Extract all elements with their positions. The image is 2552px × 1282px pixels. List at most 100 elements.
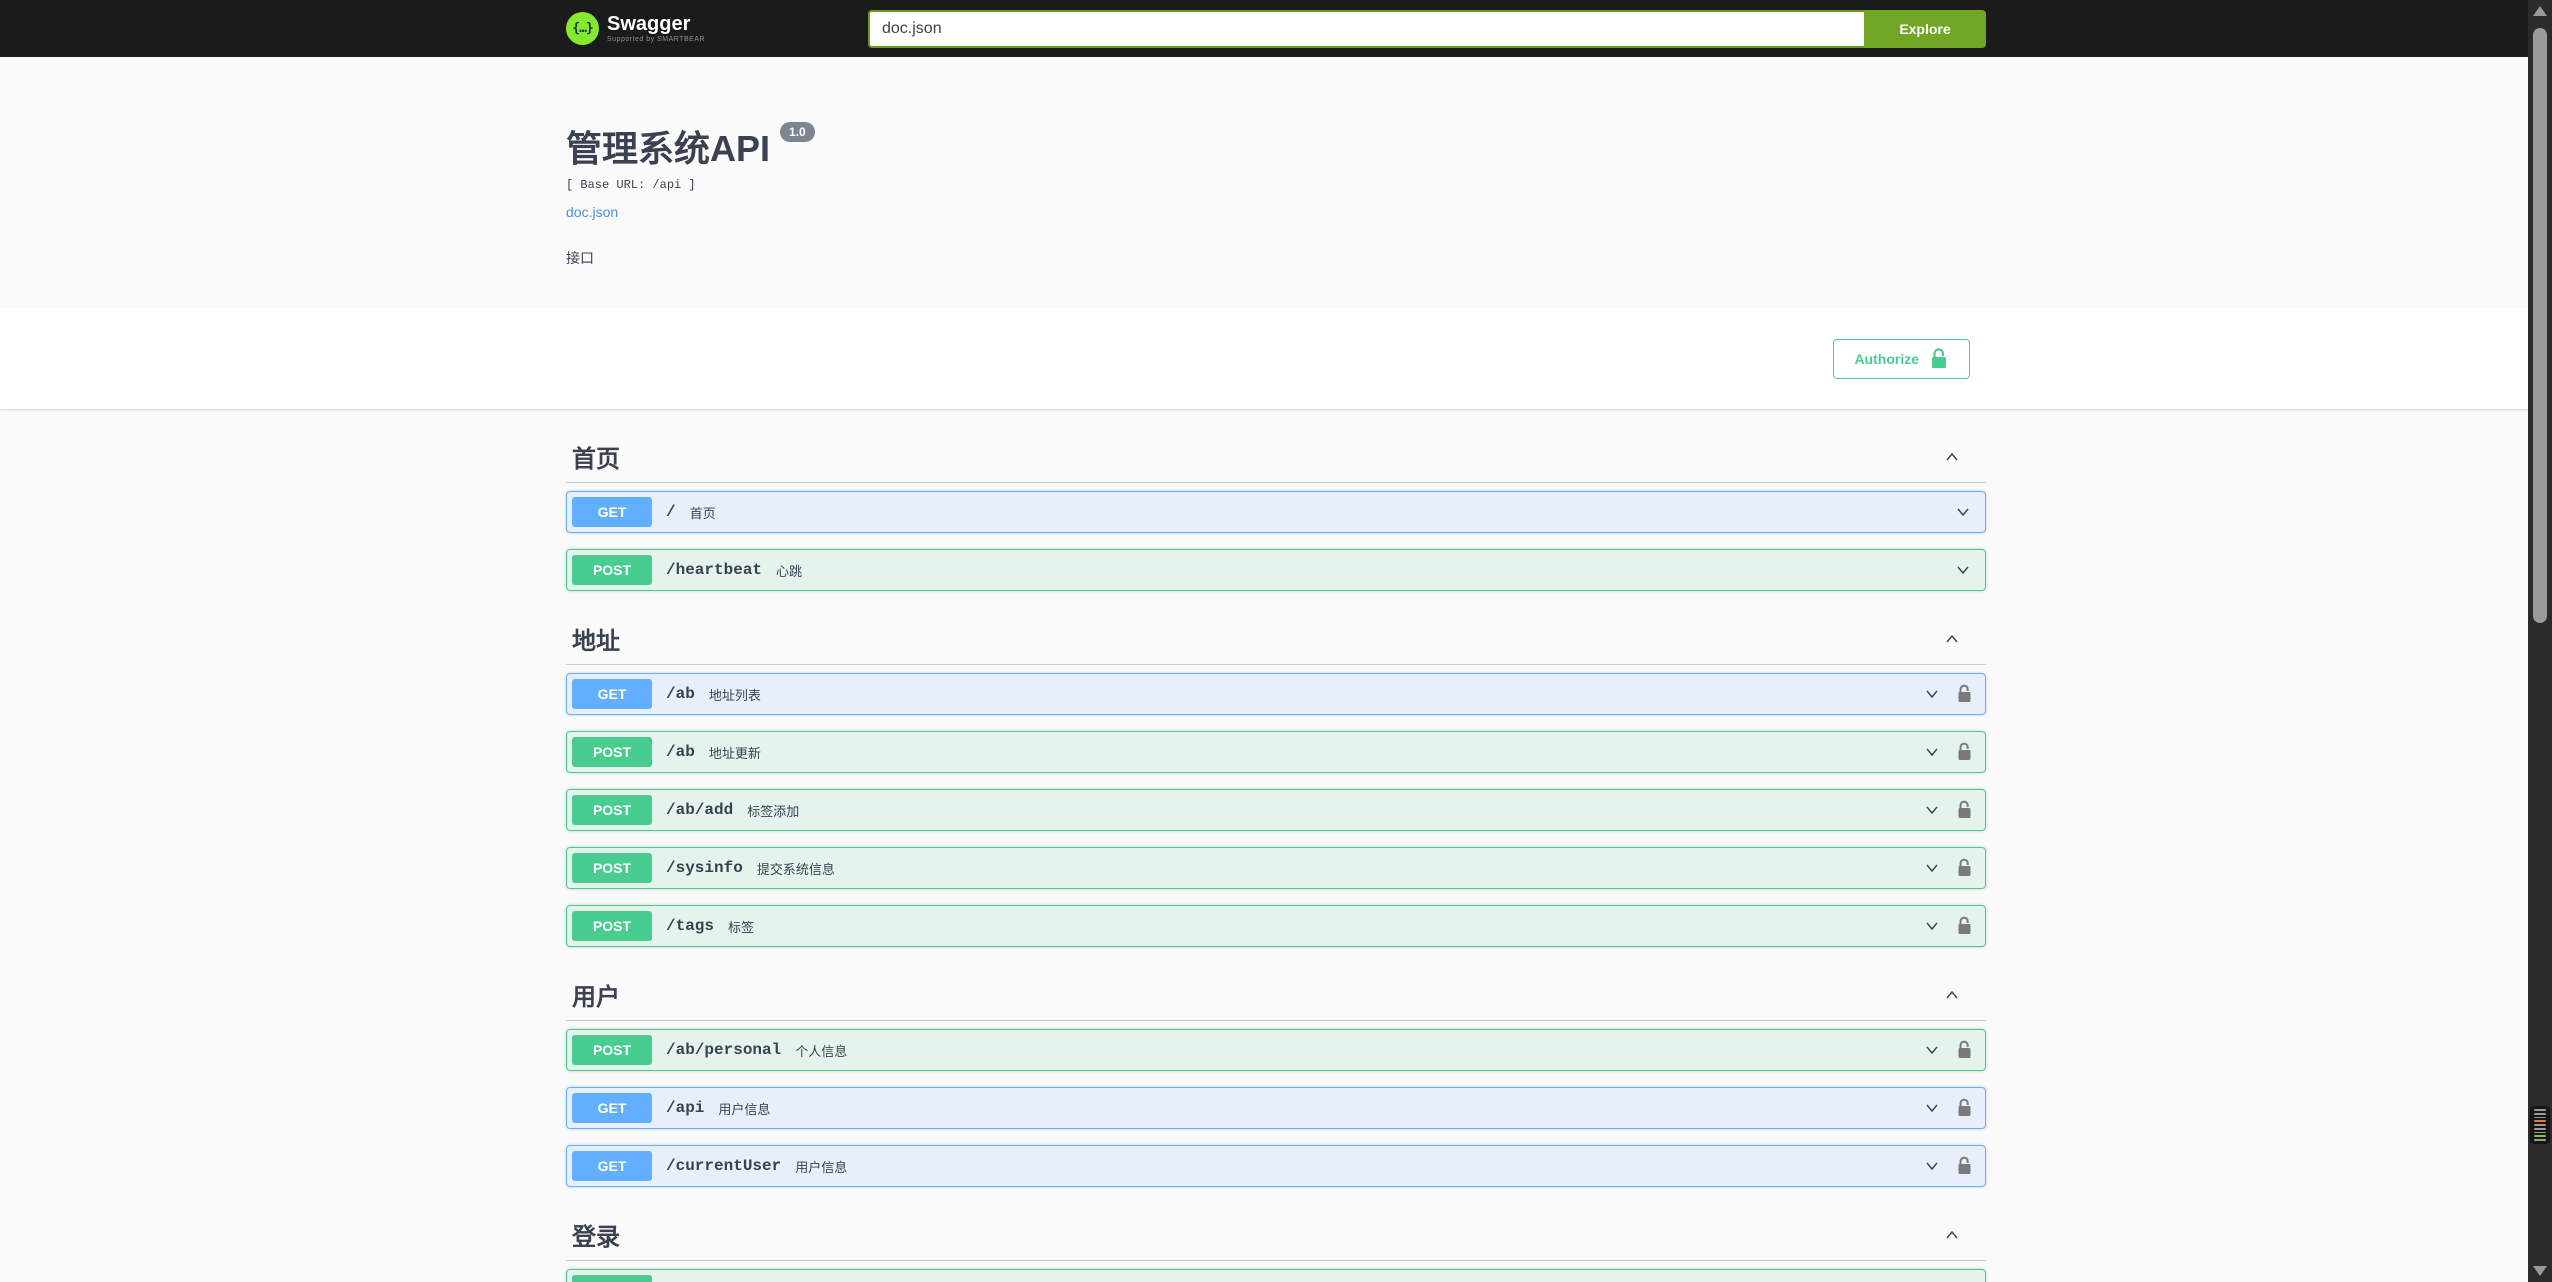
explore-button[interactable]: Explore bbox=[1864, 9, 1986, 48]
chevron-down-icon bbox=[1922, 800, 1942, 820]
lock-icon bbox=[1956, 1098, 1973, 1118]
section-rows: GET / 首页 POST/heartbeat 心跳 bbox=[566, 483, 1986, 591]
operation-summary: 心跳 bbox=[776, 563, 803, 579]
auth-lock-button[interactable] bbox=[1956, 684, 1973, 704]
auth-lock-button[interactable] bbox=[1956, 1098, 1973, 1118]
expand-operation-button[interactable] bbox=[1953, 560, 1973, 580]
auth-lock-button[interactable] bbox=[1956, 916, 1973, 936]
chevron-down-icon bbox=[1922, 1156, 1942, 1176]
operation-path: /ab/personal bbox=[666, 1041, 782, 1059]
minimap-dash bbox=[2534, 1120, 2546, 1123]
section-collapse-button[interactable] bbox=[1942, 629, 1962, 649]
auth-lock-button[interactable] bbox=[1956, 800, 1973, 820]
expand-operation-button[interactable] bbox=[1922, 1098, 1942, 1118]
scrollbar-minimap[interactable] bbox=[2530, 1106, 2550, 1144]
operation-row[interactable]: POST/ab/personal 个人信息 bbox=[566, 1029, 1986, 1071]
minimap-dash bbox=[2534, 1108, 2546, 1111]
topbar: {…} Swagger Supported by SMARTBEAR Explo… bbox=[0, 0, 2552, 57]
section-header-2[interactable]: 地址 bbox=[566, 613, 1986, 665]
expand-operation-button[interactable] bbox=[1922, 742, 1942, 762]
expand-operation-button[interactable] bbox=[1922, 800, 1942, 820]
method-badge: POST bbox=[572, 737, 652, 767]
section-rows: POST/ab/personal 个人信息 GET/api 用户信息 GET/cur… bbox=[566, 1021, 1986, 1187]
section-header-4[interactable]: 登录 bbox=[566, 1209, 1986, 1261]
method-badge: POST bbox=[572, 555, 652, 585]
operation-row[interactable]: GET / 首页 bbox=[566, 491, 1986, 533]
unlock-icon bbox=[1929, 348, 1949, 370]
operation-path: /api bbox=[666, 1099, 705, 1117]
minimap-dash bbox=[2534, 1131, 2546, 1134]
operation-path: / bbox=[666, 503, 676, 521]
lock-icon bbox=[1956, 858, 1973, 878]
operation-summary: 标签添加 bbox=[747, 803, 800, 819]
expand-operation-button[interactable] bbox=[1922, 858, 1942, 878]
method-badge: POST bbox=[572, 911, 652, 941]
section-collapse-button[interactable] bbox=[1942, 1225, 1962, 1245]
operation-summary: 首页 bbox=[689, 505, 716, 521]
operation-summary: 地址更新 bbox=[708, 745, 761, 761]
scroll-up-arrow-icon[interactable] bbox=[2533, 6, 2547, 16]
expand-operation-button[interactable] bbox=[1953, 502, 1973, 522]
expand-operation-button[interactable] bbox=[1922, 916, 1942, 936]
section-rows: POST/login登录POST/login/captcha获取验证码 bbox=[566, 1261, 1986, 1282]
lock-icon bbox=[1956, 684, 1973, 704]
operation-row[interactable]: GET/ab 地址列表 bbox=[566, 673, 1986, 715]
operation-summary: 个人信息 bbox=[795, 1043, 848, 1059]
swagger-logo[interactable]: {…} Swagger Supported by SMARTBEAR bbox=[566, 12, 705, 45]
operation-row[interactable]: GET/api 用户信息 bbox=[566, 1087, 1986, 1129]
scrollbar-track[interactable] bbox=[2528, 0, 2552, 1282]
spec-json-link[interactable]: doc.json bbox=[566, 204, 618, 220]
minimap-dash bbox=[2534, 1112, 2546, 1115]
brand-tagline: Supported by SMARTBEAR bbox=[607, 36, 706, 43]
chevron-down-icon bbox=[1953, 560, 1973, 580]
api-description: 接口 bbox=[566, 250, 594, 266]
minimap-dash bbox=[2534, 1139, 2546, 1142]
section-header-1[interactable]: 首页 bbox=[566, 431, 1986, 483]
lock-icon bbox=[1956, 1156, 1973, 1176]
auth-lock-button[interactable] bbox=[1956, 1156, 1973, 1176]
section-title: 首页 bbox=[572, 446, 620, 473]
scroll-down-arrow-icon[interactable] bbox=[2533, 1266, 2547, 1276]
method-badge: POST bbox=[572, 795, 652, 825]
expand-operation-button[interactable] bbox=[1922, 1040, 1942, 1060]
section-collapse-button[interactable] bbox=[1942, 985, 1962, 1005]
chevron-down-icon bbox=[1922, 742, 1942, 762]
operation-row[interactable]: POST/tags 标签 bbox=[566, 905, 1986, 947]
operation-row[interactable]: POST/ab 地址更新 bbox=[566, 731, 1986, 773]
chevron-down-icon bbox=[1922, 916, 1942, 936]
minimap-dash bbox=[2534, 1116, 2546, 1119]
section-header-3[interactable]: 用户 bbox=[566, 969, 1986, 1021]
swagger-logo-icon: {…} bbox=[566, 12, 599, 45]
section-title: 用户 bbox=[572, 984, 620, 1011]
chevron-up-icon bbox=[1942, 447, 1962, 467]
chevron-down-icon bbox=[1922, 1098, 1942, 1118]
expand-operation-button[interactable] bbox=[1922, 1156, 1942, 1176]
method-badge: GET bbox=[572, 497, 652, 527]
operations-list: 首页 GET / 首页 POST/heartbeat 心跳地址 GET/ab 地址列表 POS… bbox=[566, 431, 1986, 1282]
scheme-container: Authorize bbox=[0, 308, 2552, 409]
operation-row[interactable]: POST/sysinfo 提交系统信息 bbox=[566, 847, 1986, 889]
auth-lock-button[interactable] bbox=[1956, 742, 1973, 762]
chevron-down-icon bbox=[1953, 502, 1973, 522]
lock-icon bbox=[1956, 800, 1973, 820]
operation-row[interactable]: POST/ab/add 标签添加 bbox=[566, 789, 1986, 831]
lock-icon bbox=[1956, 916, 1973, 936]
auth-lock-button[interactable] bbox=[1956, 858, 1973, 878]
scrollbar-thumb[interactable] bbox=[2533, 28, 2547, 623]
operation-summary: 用户信息 bbox=[718, 1101, 771, 1117]
operation-path: /ab bbox=[666, 743, 695, 761]
method-badge: POST bbox=[572, 1035, 652, 1065]
spec-url-input[interactable] bbox=[868, 9, 1864, 48]
version-badge: 1.0 bbox=[780, 122, 815, 142]
operation-row[interactable]: POST/login登录 bbox=[566, 1269, 1986, 1282]
operation-summary: 提交系统信息 bbox=[756, 861, 835, 877]
operation-row[interactable]: POST/heartbeat 心跳 bbox=[566, 549, 1986, 591]
expand-operation-button[interactable] bbox=[1922, 684, 1942, 704]
section-collapse-button[interactable] bbox=[1942, 447, 1962, 467]
chevron-down-icon bbox=[1922, 1040, 1942, 1060]
authorize-button[interactable]: Authorize bbox=[1833, 339, 1970, 379]
operation-row[interactable]: GET/currentUser 用户信息 bbox=[566, 1145, 1986, 1187]
method-badge: POST bbox=[572, 1275, 652, 1282]
auth-lock-button[interactable] bbox=[1956, 1040, 1973, 1060]
api-title: 管理系统API 1.0 bbox=[566, 120, 1986, 172]
